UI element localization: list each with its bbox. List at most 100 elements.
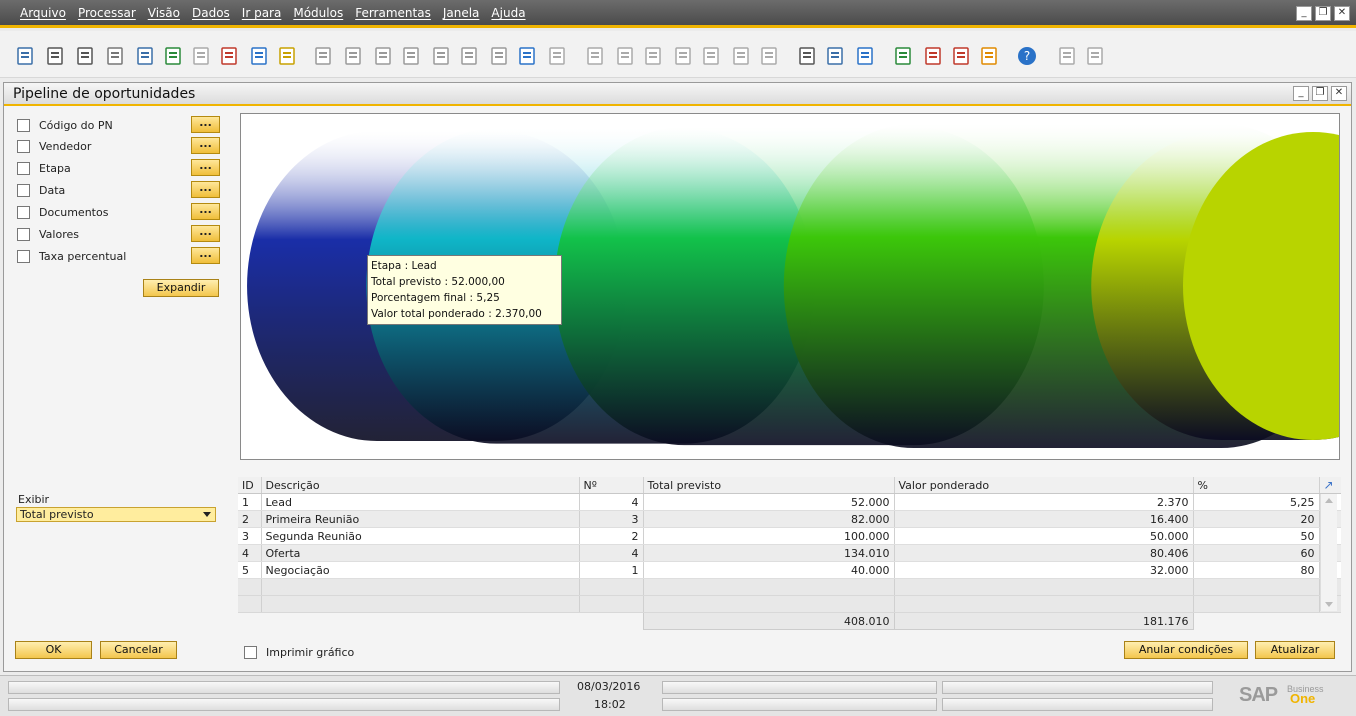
menu-visao[interactable]: Visão [142,6,186,20]
table-row[interactable]: 3 Segunda Reunião 2 100.000 50.000 50 [238,527,1341,546]
previous-record-icon[interactable] [400,45,422,67]
document-a-icon[interactable] [1056,45,1078,67]
print-chart-checkbox[interactable] [244,646,257,659]
cancel-button[interactable]: Cancelar [100,641,177,659]
print-icon[interactable] [44,45,66,67]
menu-processar[interactable]: Processar [72,6,142,20]
help-icon[interactable]: ? [1016,45,1038,67]
gross-profit-icon[interactable] [700,45,722,67]
last-record-icon[interactable] [458,45,480,67]
menu-ferramentas[interactable]: Ferramentas [349,6,437,20]
drag-relate-icon[interactable] [758,45,780,67]
empty-row[interactable] [238,595,1341,613]
filter-checkbox[interactable] [17,139,30,153]
filter-checkbox[interactable] [17,205,30,219]
header-descricao[interactable]: Descrição [261,477,580,495]
document-b-icon[interactable] [1084,45,1106,67]
chevron-down-icon[interactable] [203,512,211,517]
calendar-icon[interactable] [892,45,914,67]
taxa-percentual-dots-button[interactable]: ... [191,247,220,264]
update-button[interactable]: Atualizar [1255,641,1335,659]
table-row[interactable]: 5 Negociação 1 40.000 32.000 80 [238,561,1341,580]
filter-checkbox[interactable] [17,249,30,263]
header-numero[interactable]: Nº [579,477,644,495]
app-close-button[interactable]: ✕ [1334,6,1350,21]
fax-icon[interactable] [104,45,126,67]
codigo-pn-dots-button[interactable]: ... [191,116,220,133]
filter-icon[interactable] [516,45,538,67]
filter-checkbox[interactable] [17,161,30,175]
etapa-dots-button[interactable]: ... [191,159,220,176]
payment-means-icon[interactable] [672,45,694,67]
org-chart-icon[interactable] [978,45,1000,67]
target-document-icon[interactable] [614,45,636,67]
header-percent[interactable]: % [1193,477,1320,495]
vendedor-dots-button[interactable]: ... [191,137,220,154]
empty-row[interactable] [238,578,1341,597]
exibir-dropdown[interactable]: Total previsto [16,507,216,522]
menu-dados[interactable]: Dados [186,6,236,20]
volume-icon[interactable] [730,45,752,67]
excel-icon[interactable] [162,45,184,67]
menu-modulos[interactable]: Módulos [287,6,349,20]
reports-icon[interactable] [950,45,972,67]
table-row[interactable]: 4 Oferta 4 134.010 80.406 60 [238,544,1341,563]
filter-data[interactable]: Data [17,181,65,199]
ok-button[interactable]: OK [15,641,92,659]
email-icon[interactable] [74,45,96,67]
menu-ir-para[interactable]: Ir para [236,6,288,20]
print-chart-option[interactable]: Imprimir gráfico [244,646,354,659]
user-settings-icon[interactable] [824,45,846,67]
menu-janela[interactable]: Janela [437,6,486,20]
documentos-dots-button[interactable]: ... [191,203,220,220]
expand-grid-icon[interactable]: ↗ [1319,477,1341,495]
menu-ajuda[interactable]: Ajuda [485,6,531,20]
first-record-icon[interactable] [372,45,394,67]
filter-codigo-pn[interactable]: Código do PN [17,116,113,134]
filter-valores[interactable]: Valores [17,225,79,243]
table-row[interactable]: 2 Primeira Reunião 3 82.000 16.400 20 [238,510,1341,529]
header-id[interactable]: ID [238,477,262,495]
next-record-icon[interactable] [430,45,452,67]
table-scrollbar[interactable] [1320,494,1337,611]
menu-arquivo[interactable]: Arquivo [14,6,72,20]
edit-form-icon[interactable] [796,45,818,67]
pdf-icon[interactable] [218,45,240,67]
messages-icon[interactable] [922,45,944,67]
scroll-down-icon[interactable] [1325,602,1333,607]
filter-taxa-percentual[interactable]: Taxa percentual [17,247,126,265]
expand-button[interactable]: Expandir [143,279,219,297]
valores-dots-button[interactable]: ... [191,225,220,242]
filter-checkbox[interactable] [17,183,30,197]
filter-checkbox[interactable] [17,118,30,132]
find-icon[interactable] [312,45,334,67]
scroll-up-icon[interactable] [1325,498,1333,503]
app-minimize-button[interactable]: _ [1296,6,1312,21]
table-row[interactable]: 1 Lead 4 52.000 2.370 5,25 [238,493,1341,512]
base-document-icon[interactable] [584,45,606,67]
filter-etapa[interactable]: Etapa [17,159,71,177]
preview-icon[interactable] [14,45,36,67]
form-close-button[interactable]: ✕ [1331,86,1347,101]
journal-icon[interactable] [642,45,664,67]
word-icon[interactable] [190,45,212,67]
form-minimize-button[interactable]: _ [1293,86,1309,101]
data-dots-button[interactable]: ... [191,181,220,198]
header-total-previsto[interactable]: Total previsto [643,477,895,495]
app-restore-button[interactable]: ❐ [1315,6,1331,21]
sms-icon[interactable] [134,45,156,67]
filter-checkbox[interactable] [17,227,30,241]
header-valor-ponderado[interactable]: Valor ponderado [894,477,1194,495]
filter-documentos[interactable]: Documentos [17,203,108,221]
settings-icon[interactable] [854,45,876,67]
add-icon[interactable] [342,45,364,67]
sort-icon[interactable] [546,45,568,67]
lock-icon[interactable] [276,45,298,67]
clear-conditions-button[interactable]: Anular condições [1124,641,1248,659]
launch-app-icon[interactable] [248,45,270,67]
exibir-value: Total previsto [20,508,94,521]
refresh-icon[interactable] [488,45,510,67]
form-restore-button[interactable]: ❐ [1312,86,1328,101]
filter-vendedor[interactable]: Vendedor [17,137,91,155]
filter-label: Taxa percentual [39,249,127,263]
